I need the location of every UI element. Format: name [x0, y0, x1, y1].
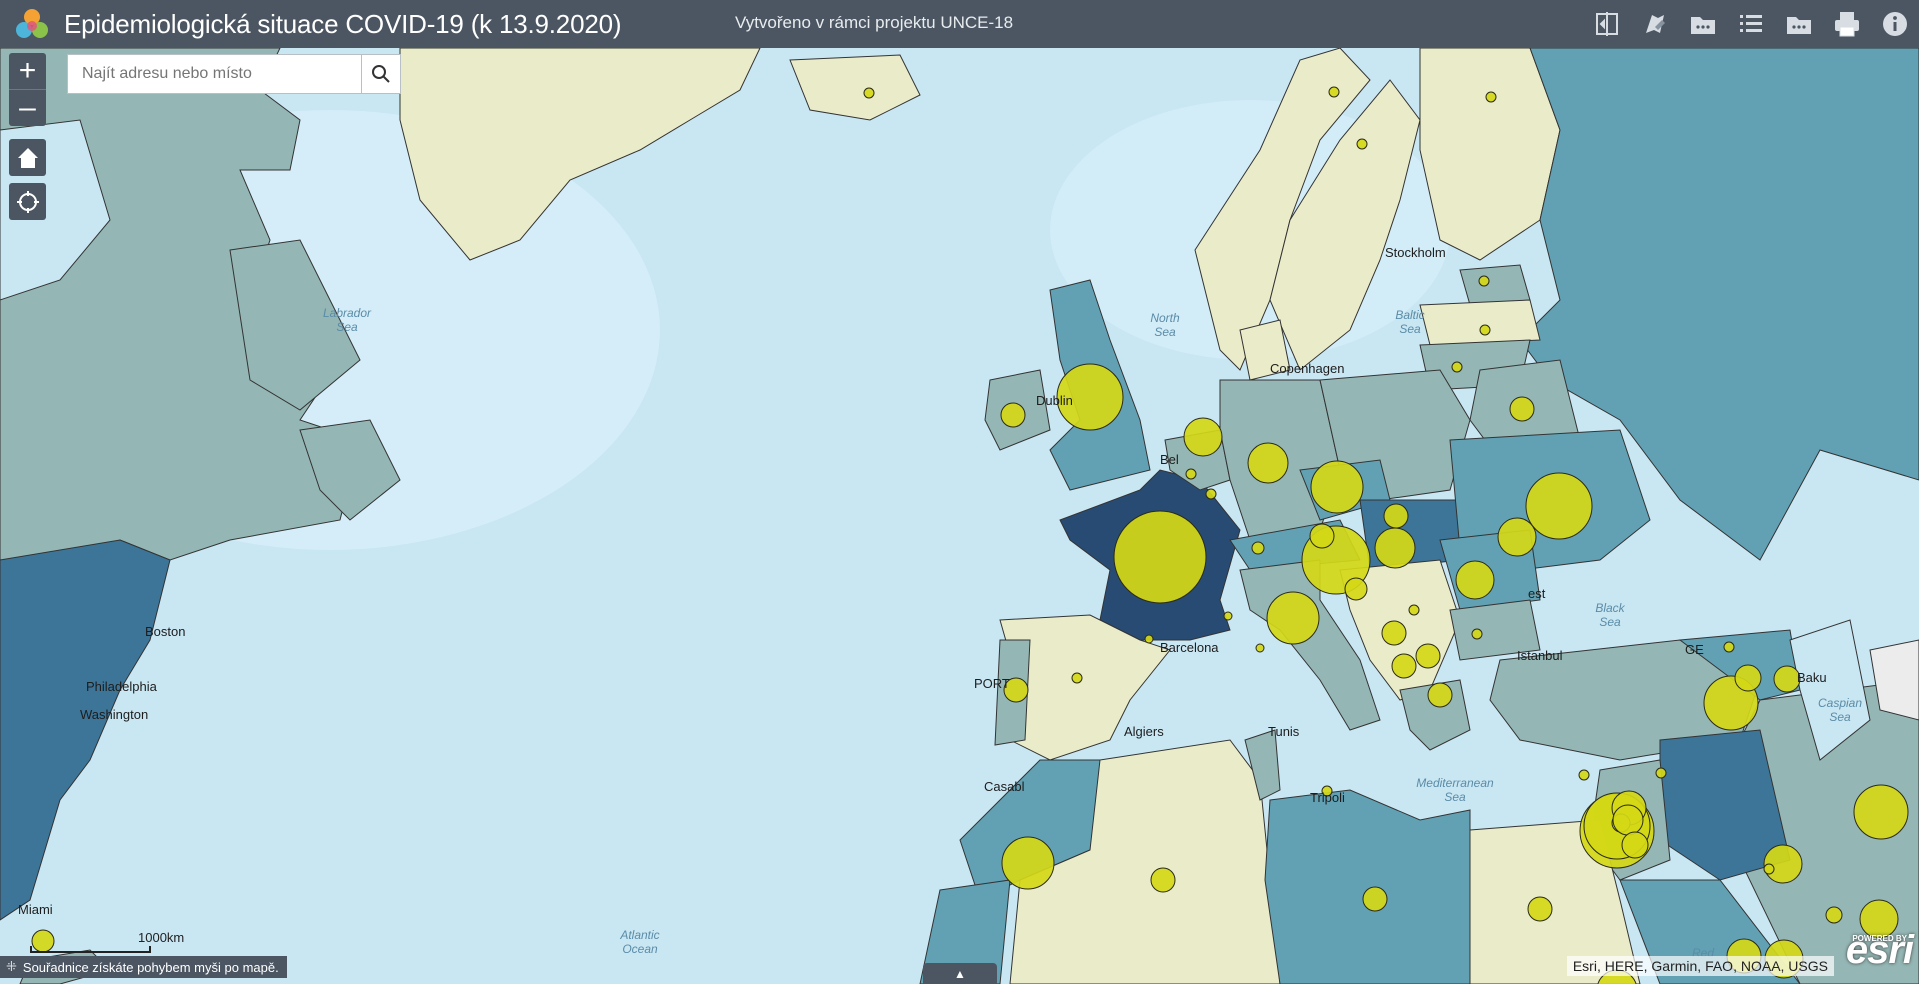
coordinates-hint: Souřadnice získáte pohybem myši po mapě.: [22, 959, 279, 975]
split-view-button[interactable]: [1583, 0, 1631, 48]
header-toolbar: [1583, 0, 1919, 48]
label-tunis: Tunis: [1268, 724, 1300, 739]
estonia: [1459, 264, 1531, 306]
locate-icon: [16, 190, 39, 213]
esri-powered-label: POWERED BY: [1852, 934, 1907, 943]
label-casablanca: Casabl: [984, 779, 1025, 794]
zoom-control: + –: [9, 53, 46, 126]
label-barcelona: Barcelona: [1160, 640, 1219, 655]
libya: [1264, 789, 1471, 984]
folder-button-2[interactable]: [1775, 0, 1823, 48]
app-header: Epidemiologická situace COVID-19 (k 13.9…: [0, 0, 1919, 48]
page-subtitle: Vytvořeno v rámci projektu UNCE-18: [735, 13, 1014, 32]
coordinates-bar: ⁜ Souřadnice získáte pohybem myši po map…: [0, 956, 287, 978]
search-input[interactable]: [68, 55, 361, 93]
label-belgium: Bel: [1160, 452, 1179, 467]
hungary: [1359, 499, 1461, 571]
latvia: [1419, 299, 1541, 346]
label-istanbul: Istanbul: [1517, 648, 1563, 663]
eraser-button[interactable]: [1631, 0, 1679, 48]
label-washington: Washington: [80, 707, 149, 722]
portugal: [994, 639, 1031, 746]
zoom-in-button[interactable]: +: [9, 53, 46, 89]
search-icon: [372, 65, 390, 83]
search-widget: [67, 54, 401, 94]
label-bucharest: est: [1528, 586, 1546, 601]
app-logo-icon: [16, 9, 48, 38]
map-attribution: Esri, HERE, Garmin, FAO, NOAA, USGS: [1566, 956, 1834, 976]
label-north-sea: North Sea: [1150, 311, 1180, 339]
folder-dots-icon: [1691, 17, 1715, 34]
print-icon: [1835, 12, 1859, 37]
crosshair-icon: ⁜: [6, 959, 17, 974]
esri-logo[interactable]: POWERED BY esri: [1846, 928, 1914, 973]
folder-button-1[interactable]: [1679, 0, 1727, 48]
print-button[interactable]: [1823, 0, 1871, 48]
label-atlantic-ocean: Atlantic Ocean: [620, 928, 660, 956]
home-icon: [17, 147, 38, 168]
page-title: Epidemiologická situace COVID-19 (k 13.9…: [64, 8, 622, 39]
label-georgia: GE: [1685, 642, 1704, 657]
label-copenhagen: Copenhagen: [1270, 361, 1345, 376]
home-button[interactable]: [9, 139, 46, 176]
label-labrador-sea: Labrador Sea: [322, 306, 372, 334]
label-black-sea: Black Sea: [1595, 601, 1625, 629]
label-baku: Baku: [1797, 670, 1827, 685]
layer-list-button[interactable]: [1727, 0, 1775, 48]
label-tripoli: Tripoli: [1310, 790, 1345, 805]
split-view-icon: [1596, 12, 1618, 36]
map-eraser-icon: [1646, 15, 1665, 33]
map-canvas[interactable]: [0, 48, 1919, 984]
label-porto: PORT: [974, 676, 1010, 691]
label-baltic-sea: Baltic Sea: [1395, 308, 1425, 336]
scale-label: 1000km: [138, 930, 185, 945]
label-caspian-sea: Caspian Sea: [1817, 696, 1863, 724]
chevron-up-icon: ▲: [954, 966, 966, 981]
zoom-out-button[interactable]: –: [9, 89, 46, 126]
label-philadelphia: Philadelphia: [86, 679, 157, 694]
attribute-table-toggle[interactable]: ▲: [923, 963, 997, 984]
locate-button[interactable]: [9, 183, 46, 220]
label-mediterranean-sea: Mediterranean Sea: [1416, 776, 1494, 804]
label-stockholm: Stockholm: [1385, 245, 1446, 260]
folder-dots-icon: [1787, 17, 1811, 34]
search-button[interactable]: [361, 55, 400, 93]
about-button[interactable]: [1871, 0, 1919, 48]
info-icon: [1883, 12, 1907, 36]
scale-line: [30, 946, 151, 953]
label-algiers: Algiers: [1124, 724, 1164, 739]
label-dublin: Dublin: [1036, 393, 1073, 408]
layer-list-icon: [1740, 15, 1762, 32]
label-boston: Boston: [145, 624, 186, 639]
label-miami: Miami: [18, 902, 53, 917]
